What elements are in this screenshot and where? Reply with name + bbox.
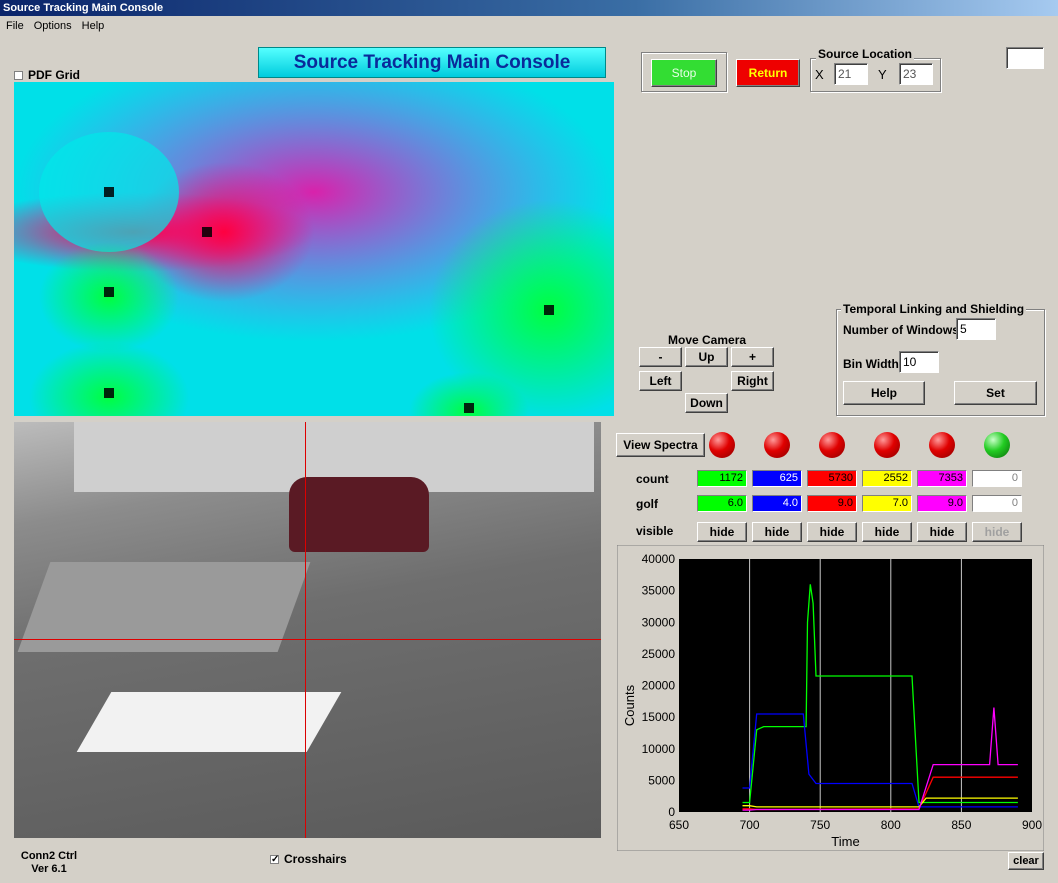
chart-xtick-800: 800 <box>881 818 901 832</box>
chart-ytick-0: 0 <box>668 805 675 819</box>
zoom-in-button[interactable]: + <box>731 347 774 367</box>
chart-ytick-30000: 30000 <box>642 615 676 629</box>
camera-crosshair-v <box>305 422 306 838</box>
return-button[interactable]: Return <box>736 59 800 87</box>
camera-van <box>289 477 429 552</box>
chart-xtick-900: 900 <box>1022 818 1042 832</box>
pdf-marker-5 <box>464 403 474 413</box>
temporal-set-button[interactable]: Set <box>954 381 1037 405</box>
status-led-2 <box>764 432 790 458</box>
golf-value-4: 7.0 <box>862 495 912 512</box>
chart-ytick-40000: 40000 <box>642 552 676 566</box>
menu-file[interactable]: File <box>6 20 24 32</box>
title-bar: Source Tracking Main Console <box>0 0 1058 16</box>
source-y-label: Y <box>878 67 887 82</box>
hide-button-4[interactable]: hide <box>862 522 912 542</box>
camera-right-button[interactable]: Right <box>731 371 774 391</box>
count-row-label: count <box>636 472 669 486</box>
crosshairs-label: Crosshairs <box>284 852 347 866</box>
view-spectra-button[interactable]: View Spectra <box>616 433 705 457</box>
chart-xlabel: Time <box>831 834 859 849</box>
visible-row-label: visible <box>636 524 674 538</box>
status-box[interactable] <box>1006 47 1044 69</box>
hide-button-6[interactable]: hide <box>972 522 1022 542</box>
chart-xtick-750: 750 <box>810 818 830 832</box>
source-location-label: Source Location <box>816 47 915 61</box>
pdf-grid-checkbox[interactable]: PDF Grid <box>14 68 80 82</box>
golf-row-label: golf <box>636 497 658 511</box>
camera-view[interactable] <box>14 422 601 838</box>
chart-xtick-700: 700 <box>740 818 760 832</box>
crosshairs-checkbox[interactable]: ✓ Crosshairs <box>270 852 347 866</box>
count-value-4: 2552 <box>862 470 912 487</box>
source-x-field[interactable]: 21 <box>834 63 868 85</box>
camera-left-button[interactable]: Left <box>639 371 682 391</box>
hide-button-5[interactable]: hide <box>917 522 967 542</box>
version-line-1: Conn2 Ctrl <box>20 850 78 862</box>
pdf-heatmap[interactable] <box>14 82 614 416</box>
count-value-1: 1172 <box>697 470 747 487</box>
status-led-1 <box>709 432 735 458</box>
hide-button-1[interactable]: hide <box>697 522 747 542</box>
menu-bar: File Options Help <box>0 17 108 35</box>
chart-xtick-850: 850 <box>951 818 971 832</box>
source-x-label: X <box>815 67 824 82</box>
chart-ylabel: Counts <box>622 684 637 726</box>
counts-chart: 0 5000 10000 15000 20000 25000 30000 35000 40000… <box>617 545 1044 851</box>
pdf-marker-2 <box>104 388 114 398</box>
golf-value-5: 9.0 <box>917 495 967 512</box>
pdf-marker-4 <box>544 305 554 315</box>
menu-help[interactable]: Help <box>82 20 105 32</box>
stop-button[interactable]: Stop <box>651 59 717 87</box>
bin-width-field[interactable]: 10 <box>899 351 939 373</box>
chart-xtick-650: 650 <box>669 818 689 832</box>
source-y-field[interactable]: 23 <box>899 63 933 85</box>
golf-value-2: 4.0 <box>752 495 802 512</box>
golf-value-1: 6.0 <box>697 495 747 512</box>
menu-options[interactable]: Options <box>34 20 72 32</box>
pdf-marker-1 <box>104 287 114 297</box>
windows-field[interactable]: 5 <box>956 318 996 340</box>
golf-value-3: 9.0 <box>807 495 857 512</box>
camera-down-button[interactable]: Down <box>685 393 728 413</box>
clear-button[interactable]: clear <box>1008 852 1044 870</box>
zoom-out-button[interactable]: - <box>639 347 682 367</box>
count-value-5: 7353 <box>917 470 967 487</box>
pdf-marker-0 <box>104 187 114 197</box>
chart-ytick-10000: 10000 <box>642 742 676 756</box>
status-led-4 <box>874 432 900 458</box>
windows-label: Number of Windows <box>843 323 959 337</box>
bin-width-label: Bin Width <box>843 357 899 371</box>
pdf-marker-3 <box>202 227 212 237</box>
page-title: Source Tracking Main Console <box>258 47 606 78</box>
pdf-grid-check-box[interactable] <box>14 71 23 81</box>
version-label: Conn2 Ctrl Ver 6.1 <box>20 850 78 876</box>
chart-ytick-35000: 35000 <box>642 584 676 598</box>
hide-button-2[interactable]: hide <box>752 522 802 542</box>
chart-ytick-5000: 5000 <box>648 773 675 787</box>
camera-table <box>76 692 342 752</box>
temporal-label: Temporal Linking and Shielding <box>841 302 1027 316</box>
camera-crosshair-h <box>14 639 601 640</box>
pdf-grid-label: PDF Grid <box>28 68 81 82</box>
move-camera-label: Move Camera <box>668 333 747 347</box>
crosshairs-check-box[interactable]: ✓ <box>270 855 279 865</box>
hide-button-3[interactable]: hide <box>807 522 857 542</box>
chart-ytick-20000: 20000 <box>642 679 676 693</box>
chart-ytick-15000: 15000 <box>642 710 676 724</box>
camera-up-button[interactable]: Up <box>685 347 728 367</box>
status-led-3 <box>819 432 845 458</box>
temporal-help-button[interactable]: Help <box>843 381 925 405</box>
status-led-5 <box>929 432 955 458</box>
status-led-6 <box>984 432 1010 458</box>
chart-ytick-25000: 25000 <box>642 647 676 661</box>
count-value-3: 5730 <box>807 470 857 487</box>
chart-plot-area <box>679 559 1032 812</box>
count-value-6: 0 <box>972 470 1022 487</box>
version-line-2: Ver 6.1 <box>31 863 67 875</box>
golf-value-6: 0 <box>972 495 1022 512</box>
count-value-2: 625 <box>752 470 802 487</box>
